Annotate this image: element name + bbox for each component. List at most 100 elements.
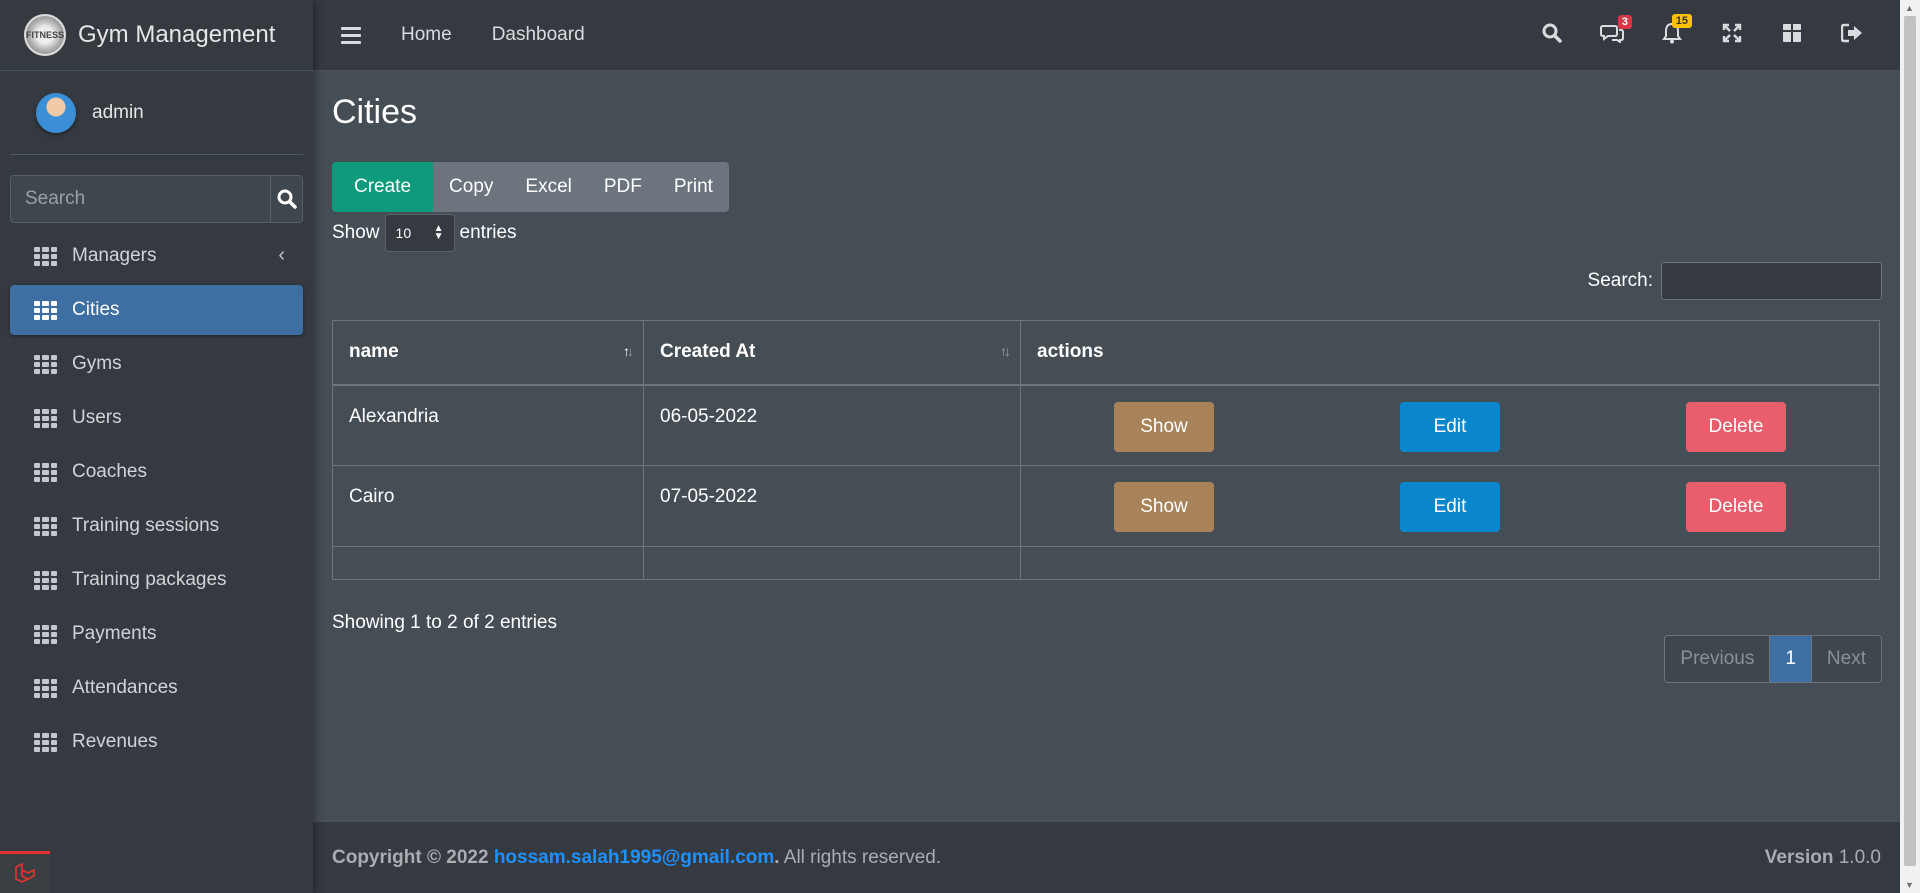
- sidebar-item-attendances[interactable]: Attendances: [10, 663, 303, 713]
- menu-toggle-icon[interactable]: [341, 26, 361, 44]
- cell-actions: Show Edit Delete: [1020, 465, 1880, 547]
- excel-button[interactable]: Excel: [509, 162, 588, 212]
- column-header-created-at[interactable]: Created At ↑↓: [643, 320, 1021, 386]
- table-row: Cairo 07-05-2022 Show Edit Delete: [332, 465, 1880, 547]
- sidebar-search-input[interactable]: [11, 176, 270, 222]
- show-button[interactable]: Show: [1114, 401, 1214, 452]
- grid-icon: [34, 516, 57, 536]
- pagination-next[interactable]: Next: [1811, 636, 1881, 682]
- grid-icon: [34, 570, 57, 590]
- notifications-badge: 15: [1671, 13, 1692, 28]
- sidebar-item-cities[interactable]: Cities: [10, 285, 303, 335]
- pagination-previous[interactable]: Previous: [1665, 636, 1770, 682]
- sidebar-item-label: Managers: [72, 245, 157, 266]
- laravel-icon: [15, 862, 35, 883]
- grid-icon: [34, 624, 57, 644]
- pdf-button[interactable]: PDF: [587, 162, 658, 212]
- sidebar-item-gyms[interactable]: Gyms: [10, 339, 303, 389]
- sidebar-item-revenues[interactable]: Revenues: [10, 717, 303, 767]
- table-empty-row: [332, 546, 1880, 580]
- grid-icon: [34, 732, 57, 752]
- sidebar-search-button[interactable]: [270, 176, 302, 222]
- logout-icon[interactable]: [1822, 23, 1882, 49]
- cell-name: Alexandria: [332, 384, 644, 466]
- brand-title: Gym Management: [78, 21, 276, 48]
- fullscreen-icon[interactable]: [1702, 23, 1762, 49]
- sidebar-item-label: Cities: [72, 299, 120, 320]
- cell-created-at: 06-05-2022: [643, 384, 1021, 466]
- notifications-icon[interactable]: 15: [1642, 13, 1702, 50]
- column-header-name[interactable]: name ↑↓: [332, 320, 644, 386]
- sidebar-item-payments[interactable]: Payments: [10, 609, 303, 659]
- scroll-up-icon[interactable]: ▲: [1905, 3, 1914, 13]
- laravel-debugbar-icon[interactable]: [0, 851, 50, 893]
- show-button[interactable]: Show: [1114, 482, 1214, 532]
- entries-select[interactable]: 10 ▲ ▼: [384, 214, 455, 252]
- edit-button[interactable]: Edit: [1400, 482, 1500, 532]
- footer-email-link[interactable]: hossam.salah1995@gmail.com: [494, 847, 774, 868]
- sidebar-item-users[interactable]: Users: [10, 393, 303, 443]
- delete-button[interactable]: Delete: [1686, 482, 1786, 532]
- brand-logo: FITNESS: [24, 14, 66, 56]
- entries-label: entries: [459, 222, 517, 243]
- column-header-actions: actions: [1020, 320, 1880, 386]
- cell-created-at: 07-05-2022: [643, 465, 1021, 547]
- chevron-left-icon: ‹: [278, 244, 285, 266]
- sidebar-search: [10, 175, 303, 223]
- sort-arrows-icon: ▲ ▼: [433, 223, 444, 242]
- messages-icon[interactable]: 3: [1582, 14, 1642, 49]
- table-search-input[interactable]: [1661, 262, 1882, 300]
- sort-icon: ↑↓: [623, 343, 634, 359]
- edit-button[interactable]: Edit: [1400, 401, 1500, 452]
- table-header-row: name ↑↓ Created At ↑↓ actions: [332, 320, 1880, 386]
- filter-label: Search:: [1587, 270, 1653, 291]
- page-length-control: Show 10 ▲ ▼ entries: [332, 214, 1882, 252]
- sidebar-item-managers[interactable]: Managers ‹: [10, 231, 303, 281]
- create-button[interactable]: Create: [332, 162, 434, 212]
- entries-select-value: 10: [395, 225, 412, 241]
- sidebar-item-training-packages[interactable]: Training packages: [10, 555, 303, 605]
- sidebar-item-label: Attendances: [72, 677, 178, 698]
- pagination-page-1[interactable]: 1: [1769, 636, 1812, 682]
- nav-home-link[interactable]: Home: [401, 24, 452, 46]
- user-name: admin: [92, 101, 144, 123]
- sort-icon: ↑↓: [1000, 343, 1011, 359]
- table-filter: Search:: [332, 262, 1882, 300]
- table-row: Alexandria 06-05-2022 Show Edit Delete: [332, 384, 1880, 466]
- table-info: Showing 1 to 2 of 2 entries: [332, 612, 557, 633]
- footer-copyright: Copyright © 2022 hossam.salah1995@gmail.…: [332, 846, 942, 868]
- nav-dashboard-link[interactable]: Dashboard: [492, 24, 585, 46]
- navbar-search-icon[interactable]: [1522, 23, 1582, 49]
- page-title: Cities: [332, 93, 418, 131]
- control-sidebar-icon[interactable]: [1762, 23, 1822, 49]
- copy-button[interactable]: Copy: [433, 162, 510, 212]
- grid-icon: [34, 678, 57, 698]
- grid-icon: [34, 408, 57, 428]
- sidebar-item-training-sessions[interactable]: Training sessions: [10, 501, 303, 551]
- pagination: Previous 1 Next: [1664, 635, 1882, 683]
- delete-button[interactable]: Delete: [1686, 401, 1786, 452]
- messages-badge: 3: [1617, 14, 1632, 29]
- brand-link[interactable]: FITNESS Gym Management: [0, 0, 313, 71]
- print-button[interactable]: Print: [657, 162, 729, 212]
- scroll-down-icon[interactable]: ▼: [1905, 880, 1914, 890]
- vertical-scrollbar[interactable]: ▲ ▼: [1900, 0, 1920, 893]
- navbar-icons: 3 15: [1522, 0, 1882, 71]
- table-buttons: Create Copy Excel PDF Print: [332, 162, 729, 212]
- cities-table: name ↑↓ Created At ↑↓ actions Alexandria 0…: [332, 320, 1880, 580]
- sidebar-item-label: Users: [72, 407, 122, 428]
- sidebar: FITNESS Gym Management admin Managers ‹ …: [0, 0, 313, 893]
- search-icon: [277, 189, 297, 209]
- grid-icon: [34, 354, 57, 374]
- footer: Copyright © 2022 hossam.salah1995@gmail.…: [313, 821, 1900, 893]
- cell-name: Cairo: [332, 465, 644, 547]
- sidebar-item-label: Revenues: [72, 731, 158, 752]
- cell-actions: Show Edit Delete: [1020, 384, 1880, 466]
- grid-icon: [34, 246, 57, 266]
- top-navbar: Home Dashboard 3 15: [313, 0, 1900, 71]
- user-panel[interactable]: admin: [10, 71, 303, 155]
- sidebar-item-coaches[interactable]: Coaches: [10, 447, 303, 497]
- sidebar-item-label: Payments: [72, 623, 157, 644]
- scrollbar-thumb[interactable]: [1904, 16, 1916, 866]
- grid-icon: [34, 300, 57, 320]
